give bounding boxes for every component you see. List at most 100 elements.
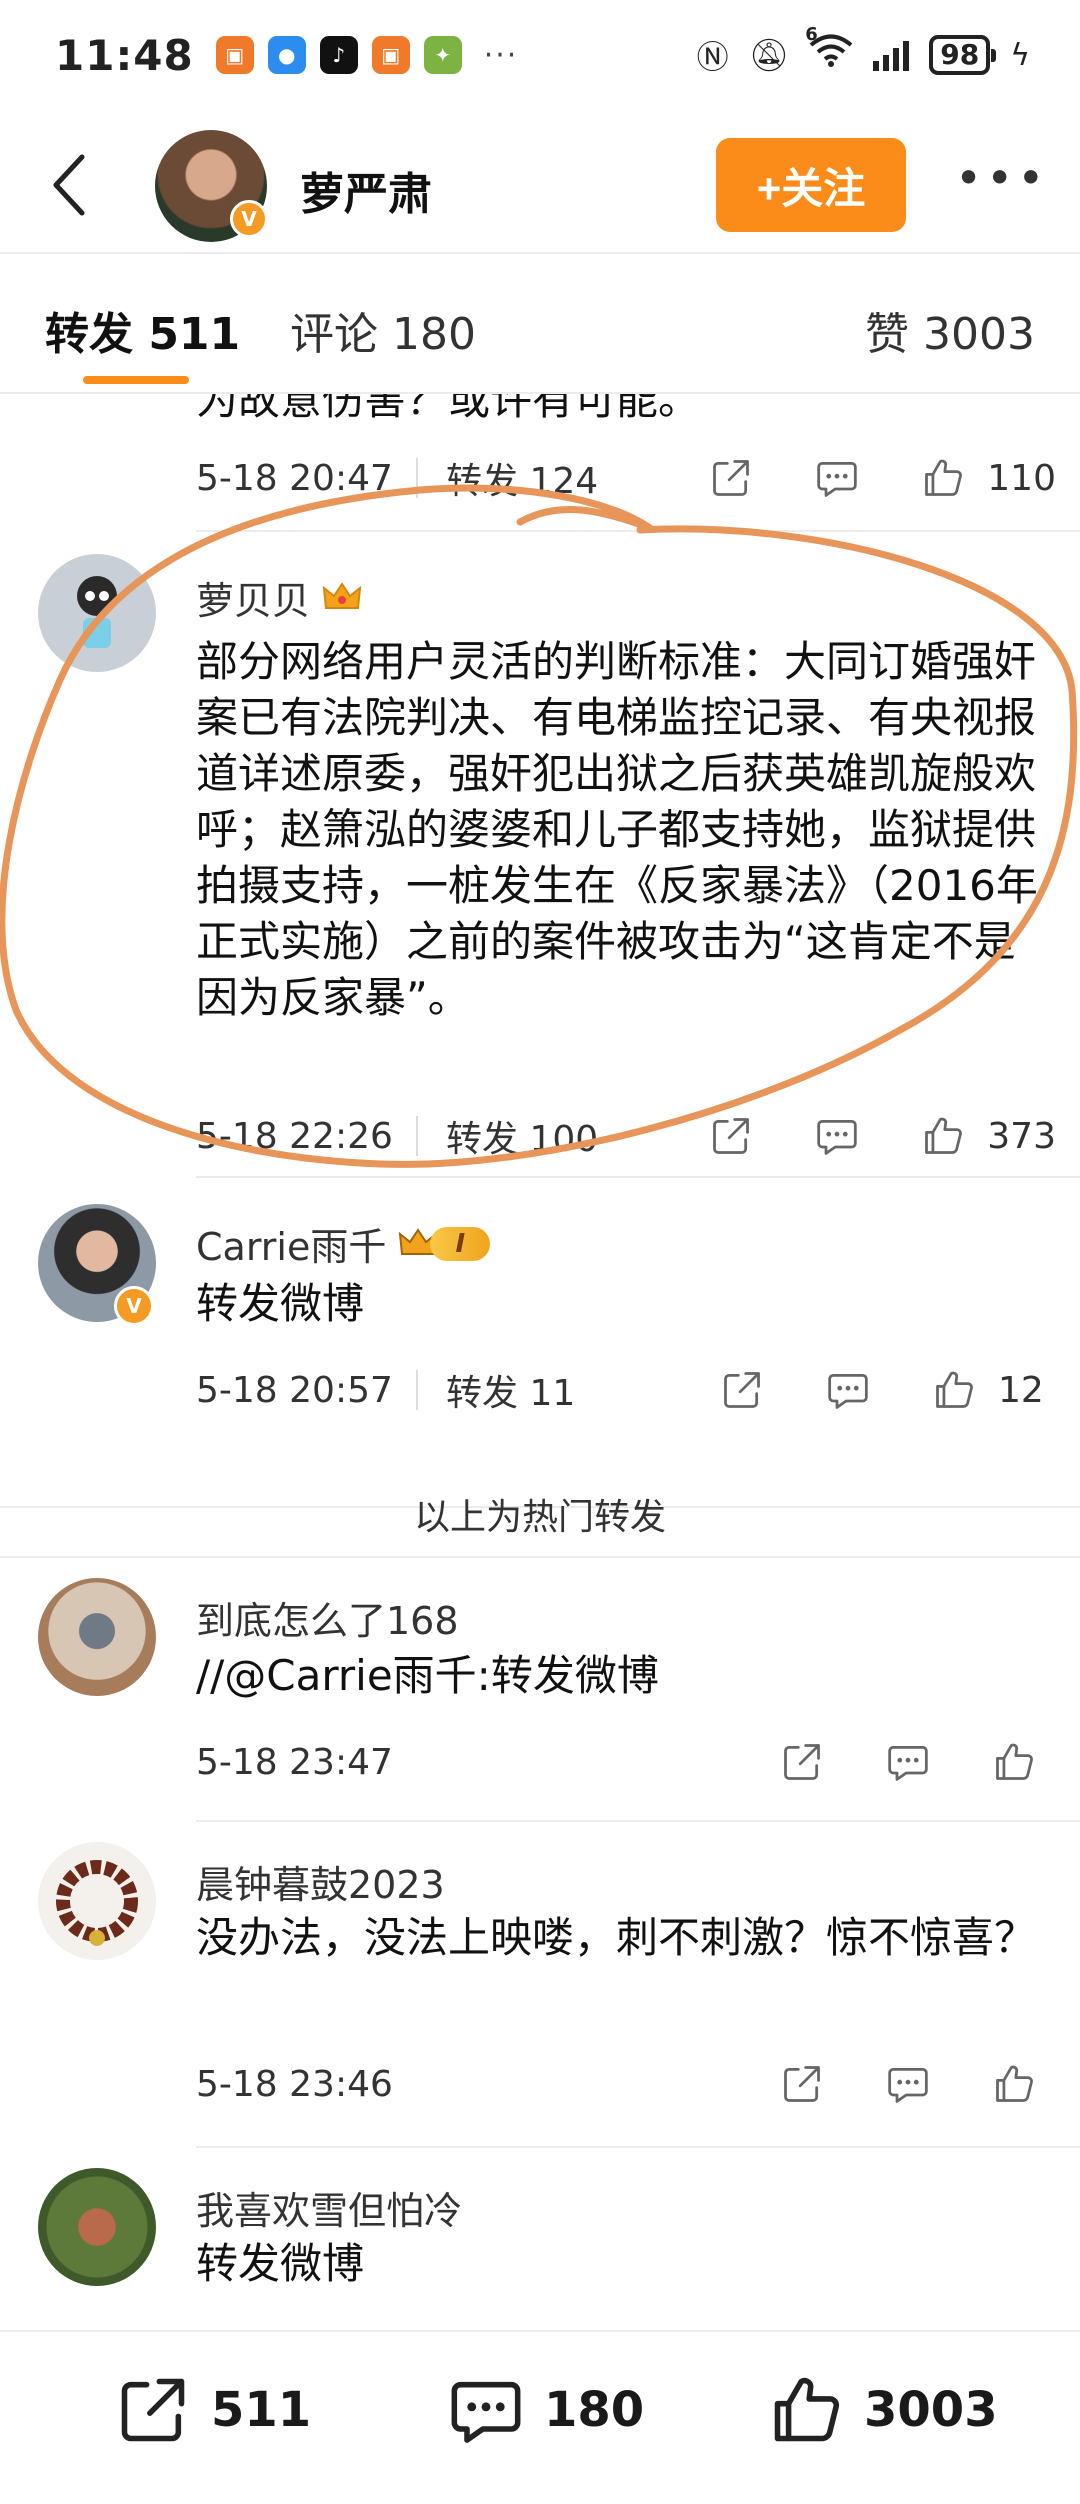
like-count: 373: [987, 1115, 1056, 1157]
chat-app-icon: ●: [267, 36, 306, 74]
forward-count[interactable]: 转发 11: [446, 1364, 646, 1416]
post-meta: 5-18 23:47: [196, 1732, 1056, 1792]
list-item: 萝贝贝 部分网络用户灵活的判断标准：大同订婚强奸案已有法院判决、有电梯监控记录、…: [0, 530, 1080, 1176]
share-count: 511: [211, 2382, 312, 2438]
avatar-illustration: [77, 576, 117, 648]
mute-icon: 🔕︎: [748, 36, 790, 74]
status-time: 11:48: [55, 30, 194, 80]
network-label: 6: [805, 24, 818, 45]
comment-icon[interactable]: [815, 456, 859, 500]
post-meta: 5-18 20:47 转发 124 110: [196, 448, 1056, 508]
avatar[interactable]: [38, 2168, 156, 2286]
thumbs-up-icon: [768, 2372, 844, 2448]
post-text: 为故意伤害？或许有可能。: [196, 394, 701, 424]
game-app-icon: ✦: [423, 36, 462, 74]
notification-app-icon-2: ▣: [371, 36, 410, 74]
share-icon: [115, 2372, 191, 2448]
username[interactable]: 我喜欢雪但怕冷: [196, 2180, 462, 2235]
follow-button[interactable]: +关注: [716, 138, 906, 232]
username[interactable]: Carrie雨千 I: [196, 1216, 491, 1271]
avatar[interactable]: [38, 1842, 156, 1960]
post-text: 转发微博: [196, 2239, 365, 2288]
bead-bracelet-image: [56, 1860, 138, 1946]
thumbs-up-icon: [921, 456, 965, 500]
tab-likes[interactable]: 赞 3003: [865, 298, 1035, 362]
divider: [416, 1370, 418, 1410]
share-icon[interactable]: [709, 456, 753, 500]
like-count: 110: [987, 457, 1056, 499]
comment-button[interactable]: 180: [448, 2372, 644, 2448]
list-item: 晨钟暮鼓2023 没办法，没法上映喽，刺不刺激？惊不惊喜？ 5-18 23:46: [0, 1820, 1080, 2146]
interaction-tabs: 转发 511 评论 180 赞 3003: [0, 280, 1080, 390]
wifi-icon: 6: [805, 24, 853, 76]
share-button[interactable]: 511: [115, 2372, 311, 2448]
post-time: 5-18 23:46: [196, 2063, 393, 2105]
comment-icon[interactable]: [815, 1114, 859, 1158]
forward-count[interactable]: 转发 124: [446, 452, 646, 504]
post-time: 5-18 22:26: [196, 1115, 393, 1157]
music-app-icon: ♪: [319, 36, 358, 74]
post-meta: 5-18 23:46: [196, 2054, 1056, 2114]
post-meta: 5-18 20:57 转发 11 12: [196, 1360, 1056, 1420]
post-text: 没办法，没法上映喽，刺不刺激？惊不惊喜？: [196, 1913, 1037, 1962]
comment-icon[interactable]: [886, 2062, 930, 2106]
back-button[interactable]: [40, 150, 100, 220]
username[interactable]: 到底怎么了168: [196, 1590, 459, 1645]
tab-comments[interactable]: 评论 180: [290, 298, 476, 362]
profile-header: 萝严肃 +关注 •••: [0, 120, 1080, 250]
list-item: 到底怎么了168 //@Carrie雨千:转发微博 5-18 23:47: [0, 1556, 1080, 1820]
comment-icon[interactable]: [886, 1740, 930, 1784]
thumbs-up-icon[interactable]: [992, 2062, 1036, 2106]
avatar[interactable]: [38, 554, 156, 672]
avatar[interactable]: [38, 1578, 156, 1696]
share-icon[interactable]: [709, 1114, 753, 1158]
forward-feed[interactable]: 为故意伤害？或许有可能。 5-18 20:47 转发 124 110 萝贝贝 部…: [0, 394, 1080, 2324]
post-text: //@Carrie雨千:转发微博: [196, 1651, 659, 1700]
username[interactable]: 晨钟暮鼓2023: [196, 1854, 445, 1909]
post-time: 5-18 20:47: [196, 457, 393, 499]
like-button[interactable]: 3003: [768, 2372, 998, 2448]
status-app-icons: ▣ ● ♪ ▣ ✦ ···: [215, 36, 519, 74]
profile-name[interactable]: 萝严肃: [300, 158, 432, 222]
charging-icon: ϟ: [1010, 37, 1030, 73]
status-more-icon: ···: [483, 37, 519, 73]
post-time: 5-18 20:57: [196, 1369, 393, 1411]
divider: [416, 458, 418, 498]
comment-icon: [448, 2372, 524, 2448]
thumbs-up-icon: [932, 1368, 976, 1412]
bottom-action-bar: 511 180 3003: [0, 2332, 1080, 2504]
tab-forwards[interactable]: 转发 511: [45, 298, 240, 362]
post-actions: 12: [720, 1368, 1056, 1412]
chevron-left-icon: [53, 154, 85, 216]
vip-badge: I: [398, 1224, 491, 1264]
post-text: 转发微博: [196, 1279, 365, 1328]
status-right: Ⓝ 🔕︎ 6 98 ϟ: [696, 24, 1030, 78]
list-item: 为故意伤害？或许有可能。 5-18 20:47 转发 124 110: [0, 394, 1080, 544]
vip-level: I: [430, 1226, 491, 1261]
crown-icon: [322, 581, 362, 609]
status-bar: 11:48 ▣ ● ♪ ▣ ✦ ··· Ⓝ 🔕︎ 6 98 ϟ: [0, 0, 1080, 110]
thumbs-up-icon: [921, 1114, 965, 1158]
share-icon[interactable]: [720, 1368, 764, 1412]
battery-indicator: 98: [929, 35, 997, 75]
verified-badge-icon: V: [230, 200, 268, 238]
like-button[interactable]: 373: [921, 1114, 1056, 1158]
active-tab-indicator: [83, 376, 189, 384]
username[interactable]: 萝贝贝: [196, 570, 362, 625]
divider: [0, 252, 1080, 254]
more-options-button[interactable]: •••: [955, 155, 1048, 201]
signal-icon: [873, 39, 910, 71]
share-icon[interactable]: [780, 2062, 824, 2106]
share-icon[interactable]: [780, 1740, 824, 1784]
forward-count[interactable]: 转发 100: [446, 1110, 646, 1162]
post-time: 5-18 23:47: [196, 1741, 393, 1783]
like-button[interactable]: 110: [921, 456, 1056, 500]
username-text: 萝贝贝: [196, 579, 311, 623]
nfc-icon: Ⓝ: [696, 38, 729, 76]
comment-icon[interactable]: [826, 1368, 870, 1412]
post-actions: 110: [709, 456, 1056, 500]
like-count: 12: [998, 1369, 1044, 1411]
post-text: 部分网络用户灵活的判断标准：大同订婚强奸案已有法院判决、有电梯监控记录、有央视报…: [196, 637, 1038, 1022]
like-button[interactable]: 12: [932, 1368, 1056, 1412]
thumbs-up-icon[interactable]: [992, 1740, 1036, 1784]
